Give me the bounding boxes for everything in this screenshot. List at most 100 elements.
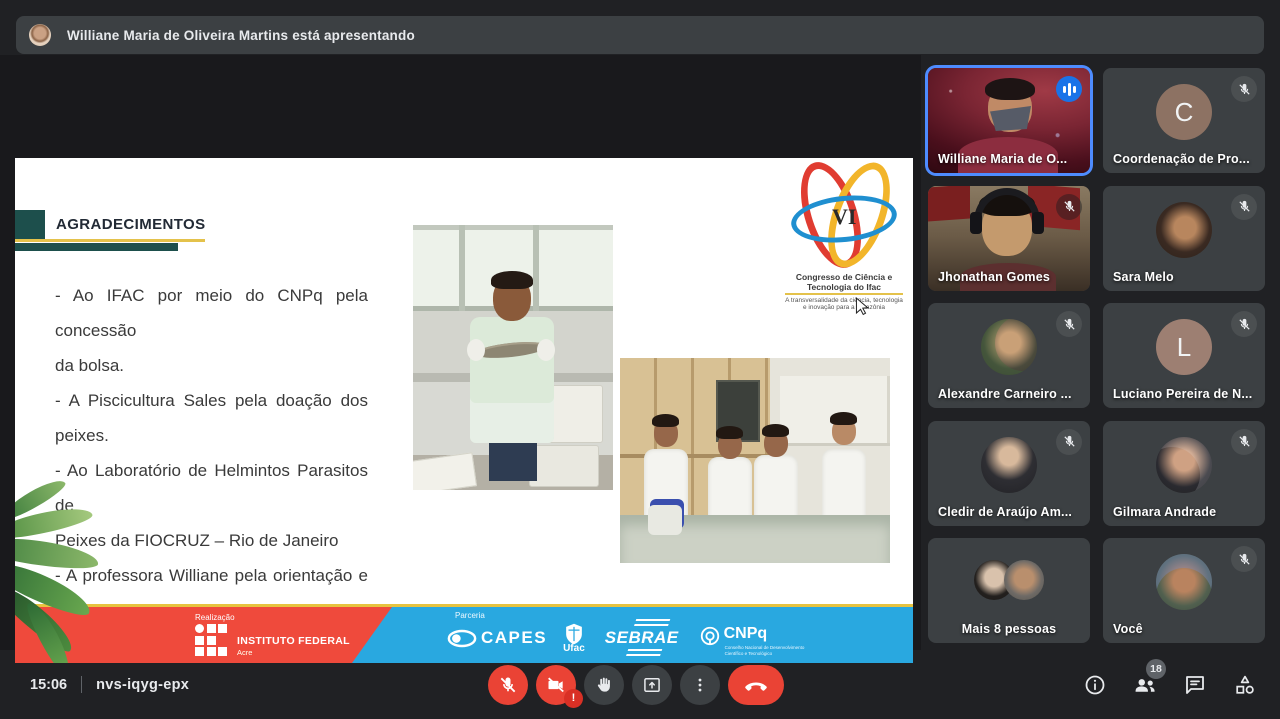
instituto-federal-logo xyxy=(195,624,227,656)
mic-off-icon xyxy=(1231,429,1257,455)
slide-title-accent-square xyxy=(15,210,45,240)
meta-divider xyxy=(81,676,82,693)
presenting-banner: Williane Maria de Oliveira Martins está … xyxy=(16,16,1264,54)
more-options-button[interactable] xyxy=(680,665,720,705)
meeting-details-button[interactable] xyxy=(1082,672,1108,698)
more-options-icon xyxy=(690,675,710,695)
camera-off-button[interactable]: ! xyxy=(536,665,576,705)
camera-off-icon xyxy=(546,675,566,695)
raise-hand-icon xyxy=(594,675,614,695)
logo-subtitle-line2: e inovação para a Amazônia xyxy=(771,304,913,311)
mic-off-icon xyxy=(1056,429,1082,455)
present-screen-icon xyxy=(642,675,662,695)
capes-logo: CAPES xyxy=(447,628,547,648)
sebrae-label: SEBRAE xyxy=(605,628,679,647)
raise-hand-button[interactable] xyxy=(584,665,624,705)
participant-tile-coordenacao[interactable]: C Coordenação de Pro... xyxy=(1103,68,1265,173)
slide-title-teal-rule xyxy=(15,243,178,251)
end-call-icon xyxy=(744,673,768,697)
google-meet-window: { "presenting_banner": { "text": "Willia… xyxy=(0,0,1280,719)
mic-off-button[interactable] xyxy=(488,665,528,705)
mic-off-icon xyxy=(1056,311,1082,337)
overflow-avatars xyxy=(974,560,1044,600)
participant-name: Coordenação de Pro... xyxy=(1113,152,1250,166)
participant-name: Sara Melo xyxy=(1113,270,1174,284)
instituto-federal-label: INSTITUTO FEDERAL xyxy=(237,635,350,647)
photo-lab-fish xyxy=(413,225,613,490)
participant-initial-avatar: C xyxy=(1156,84,1212,140)
participant-tile-jhonathan[interactable]: Jhonathan Gomes xyxy=(928,186,1090,291)
congress-logo: VI Congresso de Ciência e Tecnologia do … xyxy=(785,160,903,300)
bullet-line: - A Piscicultura Sales pela doação dos xyxy=(55,383,368,418)
audio-level-icon xyxy=(1056,76,1082,102)
participant-name: Jhonathan Gomes xyxy=(938,270,1050,284)
bullet-line: da bolsa. xyxy=(55,348,368,383)
clock-time: 15:06 xyxy=(30,677,67,693)
participant-tile-gilmara[interactable]: Gilmara Andrade xyxy=(1103,421,1265,526)
footer-parceria-label: Parceria xyxy=(455,611,485,620)
participant-name: Gilmara Andrade xyxy=(1113,505,1216,519)
participant-name: Alexandre Carneiro ... xyxy=(938,387,1072,401)
presenter-avatar xyxy=(29,24,51,46)
present-screen-button[interactable] xyxy=(632,665,672,705)
logo-divider xyxy=(785,293,903,295)
footer-realizacao-label: Realização xyxy=(195,613,235,622)
participant-name: Cledir de Araújo Am... xyxy=(938,505,1072,519)
bullet-line: - Ao IFAC por meio do CNPq pela concessã… xyxy=(55,278,368,348)
mic-off-icon xyxy=(1231,76,1257,102)
cnpq-subtitle-line2: Científico e Tecnológico xyxy=(725,651,845,657)
participant-photo-avatar xyxy=(981,437,1037,493)
participant-tile-cledir[interactable]: Cledir de Araújo Am... xyxy=(928,421,1090,526)
participant-tile-alexandre[interactable]: Alexandre Carneiro ... xyxy=(928,303,1090,408)
mic-off-icon xyxy=(1231,546,1257,572)
leaf-decoration xyxy=(15,479,145,663)
show-people-button[interactable]: 18 xyxy=(1132,672,1158,698)
mic-off-icon xyxy=(1231,194,1257,220)
mic-off-icon xyxy=(1056,194,1082,220)
ufac-label: Ufac xyxy=(563,643,585,654)
footer-partner-logos: CAPES Ufac SEBRAE CNPq xyxy=(447,622,767,654)
participant-initial-avatar: L xyxy=(1156,319,1212,375)
ufac-logo: Ufac xyxy=(563,623,585,654)
participant-tile-williane[interactable]: Williane Maria de O... xyxy=(928,68,1090,173)
ufac-shield-icon xyxy=(564,623,584,645)
mic-off-icon xyxy=(498,675,518,695)
capes-eye-icon xyxy=(447,629,477,648)
cnpq-logo: CNPq Conselho Nacional de Desenvolviment… xyxy=(699,625,768,647)
presented-slide: AGRADECIMENTOS - Ao IFAC por meio do CNP… xyxy=(15,158,913,663)
capes-label: CAPES xyxy=(481,628,547,648)
participant-name: Williane Maria de O... xyxy=(938,152,1067,166)
participants-panel: Williane Maria de O... C Coordenação de … xyxy=(928,68,1265,643)
presenting-banner-text: Williane Maria de Oliveira Martins está … xyxy=(67,28,415,43)
info-icon xyxy=(1083,673,1107,697)
slide-title-yellow-rule xyxy=(15,239,205,242)
participant-tile-sara[interactable]: Sara Melo xyxy=(1103,186,1265,291)
participant-tile-luciano[interactable]: L Luciano Pereira de N... xyxy=(1103,303,1265,408)
meeting-code: nvs-iqyg-epx xyxy=(96,677,189,693)
overflow-label: Mais 8 pessoas xyxy=(928,622,1090,636)
logo-numeral: VI xyxy=(832,204,856,230)
sebrae-logo: SEBRAE xyxy=(601,628,683,648)
participant-tile-voce[interactable]: Você xyxy=(1103,538,1265,643)
participant-photo-avatar xyxy=(981,319,1037,375)
cnpq-label: CNPq xyxy=(724,625,768,643)
participant-name: Você xyxy=(1113,622,1143,636)
logo-title-line1: Congresso de Ciência e xyxy=(785,272,903,282)
end-call-button[interactable] xyxy=(728,665,784,705)
photo-lab-team xyxy=(620,358,890,563)
participant-photo-avatar xyxy=(1156,554,1212,610)
activities-icon xyxy=(1233,673,1257,697)
slide-title: AGRADECIMENTOS xyxy=(56,216,206,233)
meeting-panels-bar: 18 xyxy=(1082,650,1258,719)
participant-photo-avatar xyxy=(1156,437,1212,493)
activities-button[interactable] xyxy=(1232,672,1258,698)
participant-name: Luciano Pereira de N... xyxy=(1113,387,1252,401)
chat-icon xyxy=(1183,673,1207,697)
logo-subtitle-line1: A transversalidade da ciência, tecnologi… xyxy=(771,297,913,304)
participant-tile-overflow[interactable]: Mais 8 pessoas xyxy=(928,538,1090,643)
instituto-federal-estado: Acre xyxy=(237,648,252,657)
chat-button[interactable] xyxy=(1182,672,1208,698)
logo-title-line2: Tecnologia do Ifac xyxy=(785,282,903,292)
mouse-cursor xyxy=(853,297,871,317)
presentation-stage: AGRADECIMENTOS - Ao IFAC por meio do CNP… xyxy=(0,55,921,650)
